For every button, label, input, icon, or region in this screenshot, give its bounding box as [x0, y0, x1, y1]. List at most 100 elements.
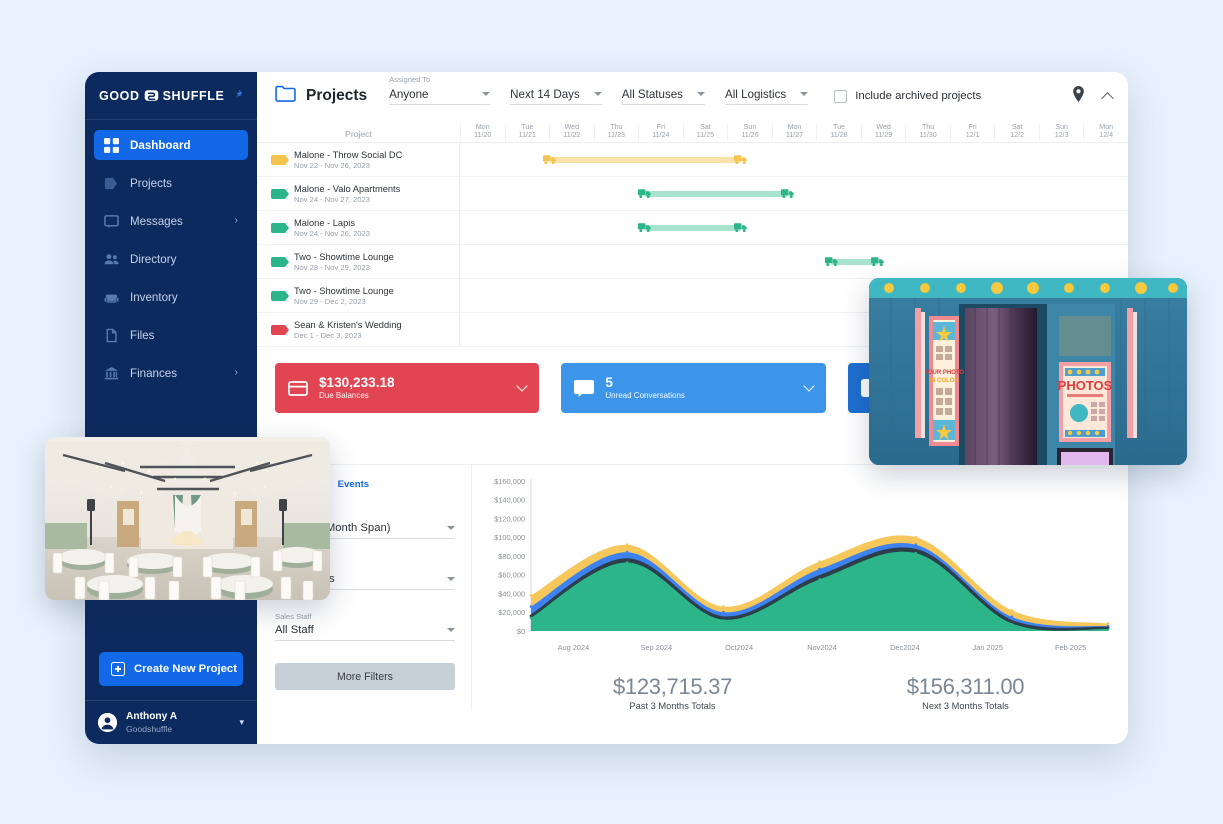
chevron-up-icon[interactable]: [1101, 92, 1114, 105]
checkbox-box[interactable]: [834, 90, 847, 103]
gantt-day-header: Tue11/21: [505, 124, 550, 142]
filter-status-control[interactable]: All Statuses: [622, 88, 705, 105]
chart-canvas: $0$20,000$40,000$60,000$80,000$100,000$1…: [486, 473, 1112, 639]
sidebar-item-directory[interactable]: Directory: [94, 244, 248, 274]
gantt-row[interactable]: Two - Showtime LoungeNov 28 - Nov 29, 20…: [257, 245, 1128, 279]
gantt-row-timeline[interactable]: [460, 245, 1128, 278]
gantt-day-date: 11/27: [773, 132, 817, 140]
gantt-row[interactable]: Malone - Valo ApartmentsNov 24 - Nov 27,…: [257, 177, 1128, 211]
sales-body: Projects Events Date Range Rolling (7 Mo…: [275, 464, 1112, 711]
include-archived-checkbox[interactable]: Include archived projects: [834, 90, 981, 103]
stat-card-due-balances[interactable]: $130,233.18 Due Balances: [275, 363, 539, 413]
chevron-down-icon[interactable]: [803, 380, 814, 391]
sidebar-item-label: Finances: [130, 367, 224, 380]
chevron-down-icon: [447, 526, 455, 530]
delivery-truck-icon[interactable]: [825, 256, 839, 267]
total-next-3-months: $156,311.00 Next 3 Months Totals: [819, 674, 1112, 711]
gantt-bar[interactable]: [644, 225, 742, 231]
gantt-row-info: Malone - Valo ApartmentsNov 24 - Nov 27,…: [257, 177, 460, 210]
chart-data-point[interactable]: [914, 536, 917, 539]
chart-data-point[interactable]: [1011, 616, 1014, 619]
total-value: $123,715.37: [526, 674, 819, 700]
delivery-truck-icon[interactable]: [638, 188, 652, 199]
delivery-truck-icon[interactable]: [781, 188, 795, 199]
delivery-truck-icon[interactable]: [871, 256, 885, 267]
sidebar-item-messages[interactable]: Messages ›: [94, 206, 248, 236]
filter-logistics-control[interactable]: All Logistics: [725, 88, 808, 105]
sidebar-item-finances[interactable]: Finances ›: [94, 358, 248, 388]
svg-text:IN COLOR: IN COLOR: [929, 378, 959, 384]
gantt-row[interactable]: Malone - Throw Social DCNov 22 - Nov 26,…: [257, 143, 1128, 177]
brand-word-good: GOOD: [99, 89, 140, 103]
location-pin-icon[interactable]: [1072, 86, 1085, 107]
filter-assigned-to-label: Assigned To: [389, 75, 430, 84]
chart-data-point[interactable]: [1107, 622, 1110, 625]
gantt-bar[interactable]: [644, 191, 789, 197]
stat-card-value: 5: [605, 375, 793, 392]
gantt-row-timeline[interactable]: [460, 143, 1128, 176]
project-meta: Two - Showtime LoungeNov 28 - Nov 29, 20…: [294, 251, 394, 273]
project-color-tag-icon: [271, 223, 285, 233]
stat-card-unread-conversations[interactable]: 5 Unread Conversations: [561, 363, 825, 413]
chart-data-point[interactable]: [626, 543, 629, 546]
filter-status[interactable]: All Statuses: [622, 88, 705, 105]
delivery-truck-icon[interactable]: [734, 154, 748, 165]
chat-bubble-icon: [104, 214, 119, 229]
gantt-day-date: 11/30: [906, 132, 950, 140]
chart-data-point[interactable]: [722, 611, 725, 614]
stat-card-text: 5 Unread Conversations: [605, 375, 793, 402]
sidebar-item-inventory[interactable]: Inventory: [94, 282, 248, 312]
chart-data-point[interactable]: [530, 594, 533, 597]
sidebar-item-files[interactable]: Files: [94, 320, 248, 350]
sofa-icon: [104, 290, 119, 305]
project-dates: Nov 24 - Nov 27, 2023: [294, 195, 400, 205]
chart-data-point[interactable]: [818, 560, 821, 563]
y-axis-tick-label: $100,000: [494, 533, 525, 542]
gantt-header: Project Mon11/20 Tue11/21 Wed11/22 Thu11…: [257, 120, 1128, 143]
gantt-day-date: 12/1: [951, 132, 995, 140]
pin-icon[interactable]: [232, 89, 243, 102]
chart-data-point[interactable]: [722, 605, 725, 608]
gantt-row-info: Two - Showtime LoungeNov 29 - Dec 2, 202…: [257, 279, 460, 312]
chart-data-point[interactable]: [530, 605, 533, 608]
more-filters-button[interactable]: More Filters: [275, 663, 455, 690]
filter-date-range-control[interactable]: Next 14 Days: [510, 88, 602, 105]
filter-assigned-to[interactable]: Assigned To Anyone: [389, 88, 490, 105]
user-account-row[interactable]: Anthony A Goodshuffle ▾: [85, 700, 257, 744]
create-new-project-button[interactable]: Create New Project: [99, 652, 243, 686]
chart-data-point[interactable]: [626, 551, 629, 554]
gantt-row[interactable]: Malone - LapisNov 24 - Nov 26, 2023: [257, 211, 1128, 245]
sales-filter-staff-control[interactable]: All Staff: [275, 624, 455, 641]
gantt-row-timeline[interactable]: [460, 211, 1128, 244]
sidebar-item-projects[interactable]: Projects: [94, 168, 248, 198]
filter-assigned-to-control[interactable]: Anyone: [389, 88, 490, 105]
gantt-row-timeline[interactable]: [460, 177, 1128, 210]
gantt-row-info: Malone - Throw Social DCNov 22 - Nov 26,…: [257, 143, 460, 176]
chevron-down-icon[interactable]: [517, 380, 528, 391]
x-axis-tick: Dec2024: [863, 643, 946, 652]
chevron-down-icon: [594, 92, 602, 96]
gantt-bar[interactable]: [549, 157, 742, 163]
sidebar-item-dashboard[interactable]: Dashboard: [94, 130, 248, 160]
projects-toolbar: Projects Assigned To Anyone Next 14 Days: [257, 72, 1128, 120]
credit-card-icon: [288, 381, 308, 396]
filter-logistics[interactable]: All Logistics: [725, 88, 808, 105]
wedding-venue-image: [45, 437, 330, 600]
gantt-day-header: Mon11/20: [460, 124, 505, 142]
project-name: Malone - Throw Social DC: [294, 149, 402, 161]
sales-filter-staff[interactable]: Sales Staff All Staff: [275, 612, 455, 641]
chart-data-point[interactable]: [914, 543, 917, 546]
filter-date-range[interactable]: Next 14 Days: [510, 88, 602, 105]
chevron-down-icon[interactable]: ▾: [239, 717, 244, 728]
delivery-truck-icon[interactable]: [734, 222, 748, 233]
tab-events[interactable]: Events: [338, 479, 369, 490]
gantt-day-date: 11/21: [506, 132, 550, 140]
y-axis-tick-label: $160,000: [494, 477, 525, 486]
delivery-truck-icon[interactable]: [638, 222, 652, 233]
chart-data-point[interactable]: [1011, 609, 1014, 612]
gantt-day-date: 12/4: [1084, 132, 1128, 140]
gantt-day-header: Tue11/28: [816, 124, 861, 142]
folder-icon: [275, 85, 296, 107]
chart-data-point[interactable]: [818, 568, 821, 571]
delivery-truck-icon[interactable]: [543, 154, 557, 165]
